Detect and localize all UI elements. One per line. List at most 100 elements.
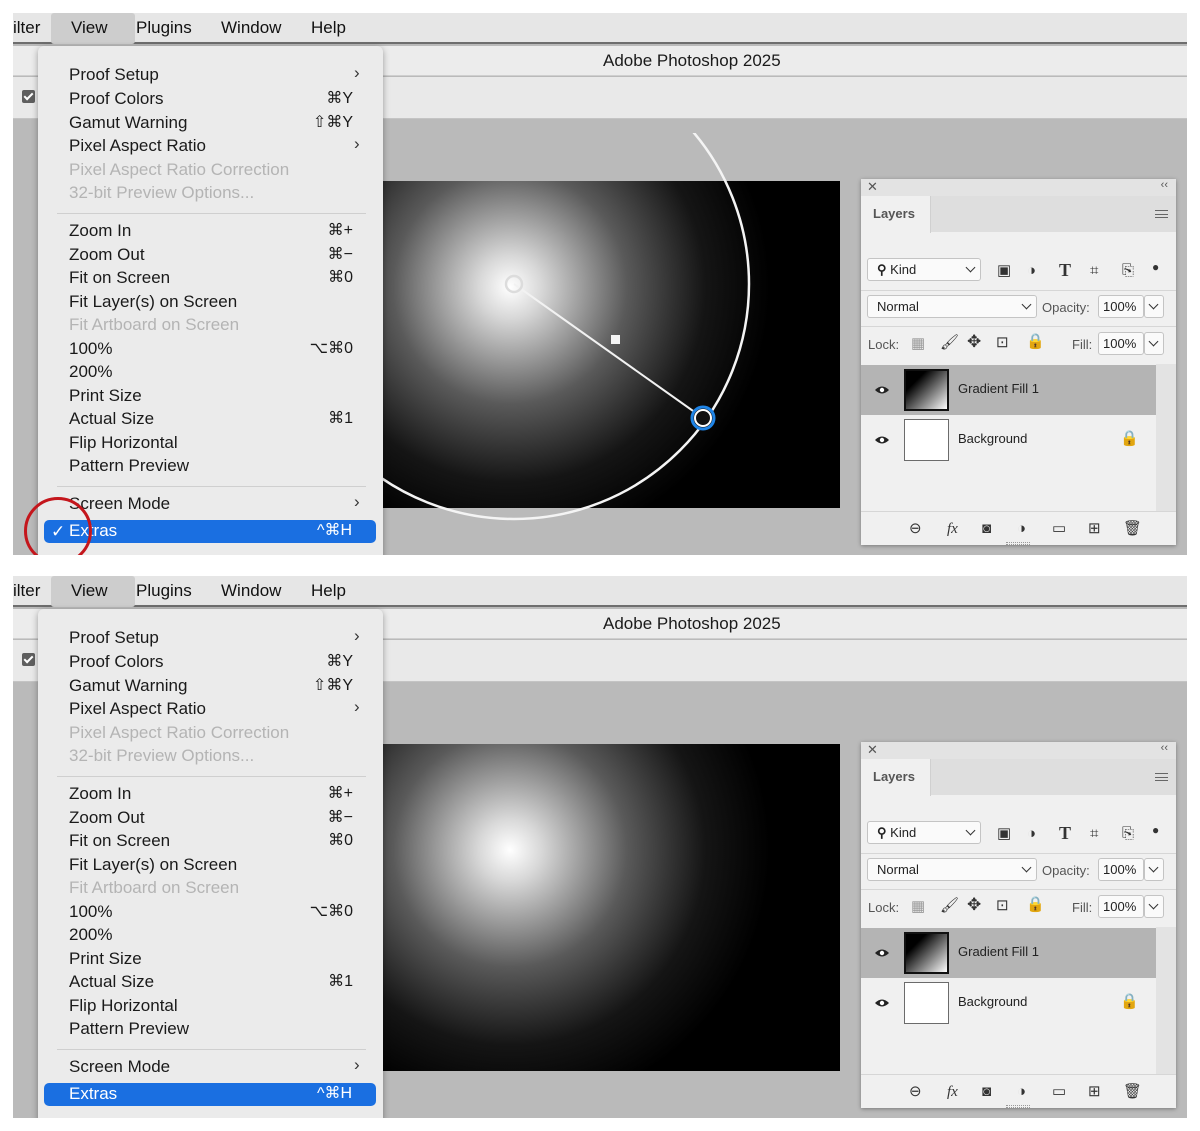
- link-layers-icon[interactable]: ⊖: [909, 521, 922, 537]
- layer-row[interactable]: Gradient Fill 1: [861, 365, 1156, 415]
- menu-item-200-percent[interactable]: 200%: [69, 362, 112, 382]
- lock-icon[interactable]: 🔒: [1120, 431, 1139, 447]
- fill-input[interactable]: 100%: [1098, 332, 1144, 355]
- panel-scrollbar[interactable]: [1156, 364, 1176, 511]
- filter-smart-object-icon[interactable]: ⎘: [1122, 263, 1134, 279]
- blend-mode-dropdown[interactable]: Normal: [867, 295, 1037, 318]
- menu-item-zoom-out[interactable]: Zoom Out: [69, 245, 145, 265]
- eye-icon[interactable]: [874, 385, 890, 395]
- menu-item-fit-layers-on-screen[interactable]: Fit Layer(s) on Screen: [69, 292, 237, 312]
- menu-item-extras[interactable]: ✓ Extras ^⌘H: [44, 520, 376, 543]
- fill-slider-toggle[interactable]: [1144, 895, 1164, 918]
- opacity-slider-toggle[interactable]: [1144, 295, 1164, 318]
- layer-row[interactable]: Gradient Fill 1: [861, 928, 1156, 978]
- filter-shape-icon[interactable]: ⌗: [1090, 263, 1098, 279]
- add-mask-icon[interactable]: ◙: [982, 1084, 991, 1100]
- adjustment-layer-icon[interactable]: ◑: [1017, 1084, 1026, 1100]
- menu-item-proof-setup[interactable]: Proof Setup: [69, 65, 159, 85]
- menu-item-pattern-preview[interactable]: Pattern Preview: [69, 1019, 189, 1039]
- filter-toggle-icon[interactable]: ●: [1152, 259, 1159, 275]
- menu-item-pattern-preview[interactable]: Pattern Preview: [69, 456, 189, 476]
- new-layer-icon[interactable]: ⊞: [1088, 521, 1101, 537]
- filter-pixel-icon[interactable]: ▣: [997, 263, 1011, 279]
- menu-help[interactable]: Help: [311, 581, 346, 601]
- filter-pixel-icon[interactable]: ▣: [997, 826, 1011, 842]
- menu-window[interactable]: Window: [221, 581, 281, 601]
- menu-plugins[interactable]: Plugins: [136, 581, 192, 601]
- eye-icon[interactable]: [874, 998, 890, 1008]
- menu-item-zoom-in[interactable]: Zoom In: [69, 784, 131, 804]
- tab-layers[interactable]: Layers: [861, 196, 931, 233]
- lock-icon[interactable]: 🔒: [1120, 994, 1139, 1010]
- filter-type-icon[interactable]: T: [1059, 261, 1071, 279]
- menu-item-proof-colors[interactable]: Proof Colors: [69, 89, 163, 109]
- tab-layers[interactable]: Layers: [861, 759, 931, 796]
- menu-item-gamut-warning[interactable]: Gamut Warning: [69, 113, 187, 133]
- lock-transparency-icon[interactable]: ▦: [911, 899, 925, 915]
- lock-artboard-icon[interactable]: ⊡: [996, 335, 1009, 351]
- menu-item-actual-size[interactable]: Actual Size: [69, 972, 154, 992]
- fx-icon[interactable]: fx: [947, 521, 958, 537]
- panel-menu-icon[interactable]: [1155, 210, 1168, 218]
- menu-item-zoom-in[interactable]: Zoom In: [69, 221, 131, 241]
- menu-item-fit-layers-on-screen[interactable]: Fit Layer(s) on Screen: [69, 855, 237, 875]
- menu-item-fit-on-screen[interactable]: Fit on Screen: [69, 268, 170, 288]
- panel-menu-icon[interactable]: [1155, 773, 1168, 781]
- collapse-icon[interactable]: ‹‹: [1161, 179, 1168, 191]
- menu-item-fit-on-screen[interactable]: Fit on Screen: [69, 831, 170, 851]
- document-canvas[interactable]: [379, 744, 840, 1071]
- blend-mode-dropdown[interactable]: Normal: [867, 858, 1037, 881]
- menu-item-100-percent[interactable]: 100%: [69, 902, 112, 922]
- gradient-midpoint-handle[interactable]: [611, 335, 620, 344]
- lock-image-pixels-icon[interactable]: 🖌: [940, 898, 959, 914]
- filter-type-icon[interactable]: T: [1059, 824, 1071, 842]
- opacity-input[interactable]: 100%: [1098, 295, 1144, 318]
- new-group-icon[interactable]: ▭: [1052, 521, 1066, 537]
- menu-item-print-size[interactable]: Print Size: [69, 949, 142, 969]
- lock-image-pixels-icon[interactable]: 🖌: [940, 335, 959, 351]
- menu-item-flip-horizontal[interactable]: Flip Horizontal: [69, 996, 178, 1016]
- filter-kind-dropdown[interactable]: ⚲ Kind: [867, 258, 981, 281]
- menu-item-screen-mode[interactable]: Screen Mode: [69, 1057, 170, 1077]
- panel-scrollbar[interactable]: [1156, 927, 1176, 1074]
- link-layers-icon[interactable]: ⊖: [909, 1084, 922, 1100]
- menu-item-gamut-warning[interactable]: Gamut Warning: [69, 676, 187, 696]
- adjustment-layer-icon[interactable]: ◑: [1017, 521, 1026, 537]
- filter-adjustment-icon[interactable]: ◑: [1027, 263, 1036, 279]
- collapse-icon[interactable]: ‹‹: [1161, 742, 1168, 754]
- trash-icon[interactable]: 🗑: [1123, 1084, 1142, 1100]
- lock-all-icon[interactable]: 🔒: [1026, 897, 1045, 913]
- menu-item-pixel-aspect-ratio[interactable]: Pixel Aspect Ratio: [69, 699, 206, 719]
- trash-icon[interactable]: 🗑: [1123, 521, 1142, 537]
- resize-grip[interactable]: [1006, 1105, 1030, 1108]
- close-icon[interactable]: ✕: [867, 179, 878, 195]
- close-icon[interactable]: ✕: [867, 742, 878, 758]
- layer-row[interactable]: Background 🔒: [861, 415, 1156, 465]
- filter-toggle-icon[interactable]: ●: [1152, 822, 1159, 838]
- menu-view[interactable]: View: [71, 581, 108, 601]
- filter-adjustment-icon[interactable]: ◑: [1027, 826, 1036, 842]
- menu-item-200-percent[interactable]: 200%: [69, 925, 112, 945]
- lock-position-icon[interactable]: ✥: [967, 333, 981, 350]
- resize-grip[interactable]: [1006, 542, 1030, 545]
- menu-item-actual-size[interactable]: Actual Size: [69, 409, 154, 429]
- menu-item-print-size[interactable]: Print Size: [69, 386, 142, 406]
- layer-row[interactable]: Background 🔒: [861, 978, 1156, 1028]
- new-group-icon[interactable]: ▭: [1052, 1084, 1066, 1100]
- menu-item-extras[interactable]: Extras ^⌘H: [44, 1083, 376, 1106]
- lock-all-icon[interactable]: 🔒: [1026, 334, 1045, 350]
- menu-item-proof-setup[interactable]: Proof Setup: [69, 628, 159, 648]
- fill-input[interactable]: 100%: [1098, 895, 1144, 918]
- lock-artboard-icon[interactable]: ⊡: [996, 898, 1009, 914]
- menu-filter[interactable]: ilter: [13, 581, 40, 601]
- lock-position-icon[interactable]: ✥: [967, 896, 981, 913]
- fx-icon[interactable]: fx: [947, 1084, 958, 1100]
- lock-transparency-icon[interactable]: ▦: [911, 336, 925, 352]
- new-layer-icon[interactable]: ⊞: [1088, 1084, 1101, 1100]
- menu-item-proof-colors[interactable]: Proof Colors: [69, 652, 163, 672]
- eye-icon[interactable]: [874, 435, 890, 445]
- fill-slider-toggle[interactable]: [1144, 332, 1164, 355]
- menu-item-100-percent[interactable]: 100%: [69, 339, 112, 359]
- options-checkbox[interactable]: [22, 653, 35, 666]
- menu-item-flip-horizontal[interactable]: Flip Horizontal: [69, 433, 178, 453]
